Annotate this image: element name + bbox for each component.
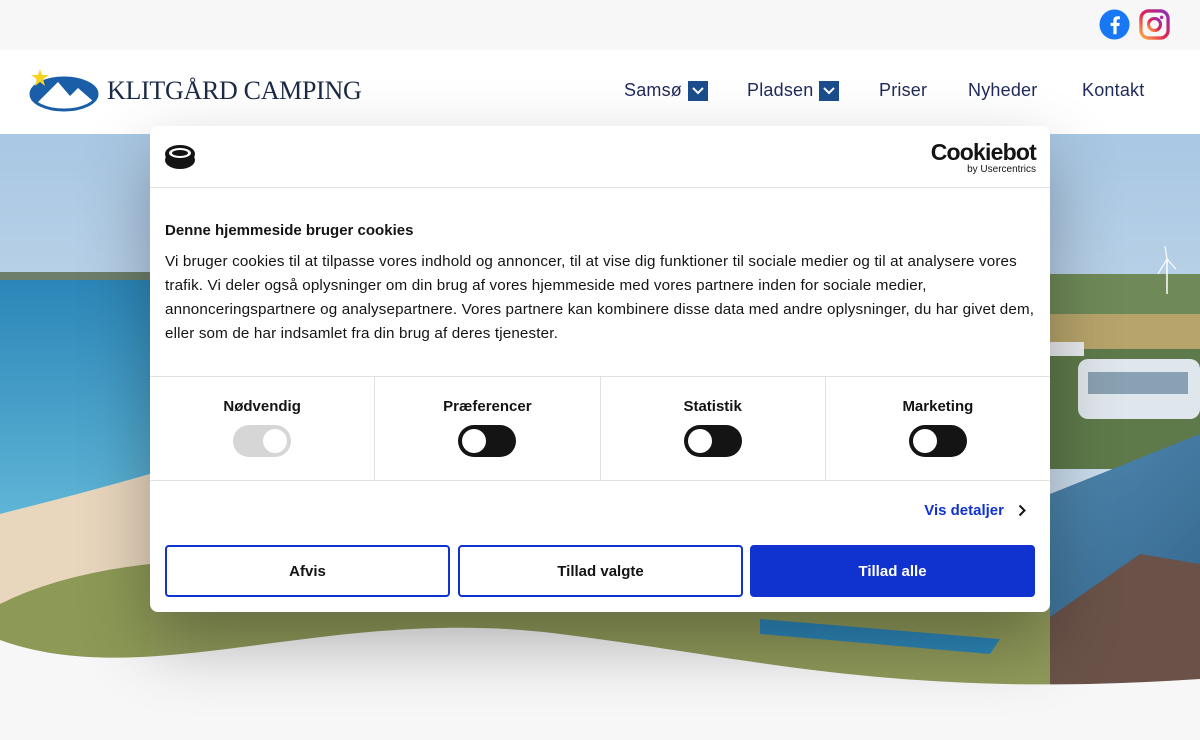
decline-button[interactable]: Afvis	[165, 545, 450, 597]
nav-pladsen[interactable]: Pladsen	[747, 80, 840, 101]
toggle-knob	[462, 429, 487, 453]
show-details-link[interactable]: Vis detaljer	[924, 502, 1026, 519]
cookiebot-sub: by Usercentrics	[967, 164, 1036, 175]
nav-nyheder[interactable]: Nyheder	[968, 80, 1037, 101]
brand-name[interactable]: KLITGÅRD CAMPING	[107, 76, 362, 106]
preferences-toggle[interactable]	[458, 425, 517, 457]
cookie-dialog-header: Cookiebot by Usercentrics	[150, 126, 1050, 188]
toggle-knob	[912, 429, 937, 453]
category-necessary: Nødvendig	[150, 377, 376, 480]
cookiebot-logo[interactable]: Cookiebot by Usercentrics	[930, 139, 1037, 175]
top-bar	[0, 0, 1200, 50]
nav-pladsen-label: Pladsen	[747, 80, 814, 100]
category-label: Marketing	[902, 398, 974, 415]
nav-samsoe-label: Samsø	[624, 80, 683, 100]
cookie-logo-icon	[165, 145, 195, 169]
show-details-label: Vis detaljer	[924, 502, 1004, 519]
instagram-icon[interactable]	[1139, 9, 1170, 40]
site-header: KLITGÅRD CAMPING Samsø Pladsen Priser Ny…	[0, 50, 1200, 134]
cookie-categories: Nødvendig Præferencer Statistik Marketin…	[150, 376, 1050, 481]
nav-samsoe[interactable]: Samsø	[624, 80, 709, 101]
nav-priser[interactable]: Priser	[879, 80, 927, 101]
nav-kontakt[interactable]: Kontakt	[1082, 80, 1144, 101]
cookiebot-name: Cookiebot	[930, 139, 1037, 165]
statistics-toggle[interactable]	[683, 425, 742, 457]
marketing-toggle[interactable]	[908, 425, 967, 457]
necessary-toggle	[233, 425, 292, 457]
chevron-down-icon[interactable]	[819, 80, 840, 101]
toggle-knob	[687, 429, 712, 453]
category-preferences: Præferencer	[375, 377, 601, 480]
category-marketing: Marketing	[826, 377, 1050, 480]
cookie-consent-dialog: Cookiebot by Usercentrics Denne hjemmesi…	[150, 126, 1050, 612]
nav-priser-label: Priser	[879, 80, 928, 100]
category-label: Nødvendig	[223, 398, 301, 415]
cookie-dialog-text: Vi bruger cookies til at tilpasse vores …	[165, 253, 1035, 342]
nav-kontakt-label: Kontakt	[1082, 80, 1145, 100]
category-statistics: Statistik	[601, 377, 826, 480]
cookie-dialog-title: Denne hjemmeside bruger cookies	[165, 222, 414, 239]
toggle-knob	[263, 429, 288, 453]
category-label: Præferencer	[443, 398, 532, 415]
allow-selected-button[interactable]: Tillad valgte	[458, 545, 743, 597]
chevron-down-icon[interactable]	[688, 80, 709, 101]
allow-all-button[interactable]: Tillad alle	[750, 545, 1035, 597]
klitgaard-logo-icon[interactable]	[28, 68, 100, 114]
category-label: Statistik	[683, 398, 742, 415]
facebook-icon[interactable]	[1099, 9, 1130, 40]
chevron-right-icon	[1018, 504, 1026, 517]
nav-nyheder-label: Nyheder	[968, 80, 1038, 100]
